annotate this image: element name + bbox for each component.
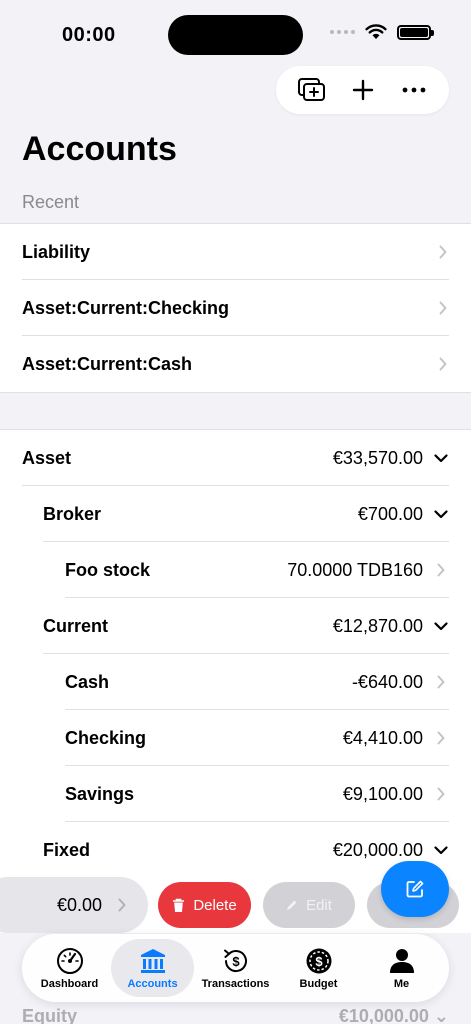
page-title: Accounts — [22, 130, 177, 168]
battery-icon — [397, 24, 434, 40]
duplicate-add-button[interactable] — [292, 70, 332, 110]
delete-button[interactable]: Delete — [158, 882, 251, 928]
account-balance: €20,000.00 — [332, 839, 423, 860]
tab-budget[interactable]: $ Budget — [277, 939, 360, 997]
account-balance: €33,570.00 — [332, 447, 423, 468]
chevron-right-icon — [433, 786, 449, 802]
account-tree-row[interactable]: Broker €700.00 — [0, 486, 471, 542]
person-icon — [389, 948, 414, 973]
tab-dashboard[interactable]: Dashboard — [28, 939, 111, 997]
account-name: Broker — [43, 503, 102, 524]
top-toolbar — [276, 66, 449, 114]
chevron-right-icon — [437, 356, 449, 372]
recent-section-header: Recent — [22, 192, 80, 212]
recent-account-row[interactable]: Asset:Current:Checking — [0, 280, 471, 336]
account-tree-row[interactable]: Cash -€640.00 — [0, 654, 471, 710]
swiped-row-value: €0.00 — [56, 894, 102, 915]
account-name: Checking — [65, 727, 147, 748]
edit-label: Edit — [306, 896, 332, 914]
bank-icon — [140, 948, 165, 973]
pencil-icon — [287, 900, 297, 910]
chevron-right-icon — [433, 674, 449, 690]
account-name: Savings — [65, 783, 135, 804]
account-balance: 70.0000 TDB160 — [287, 559, 423, 580]
chevron-right-icon — [437, 244, 449, 260]
account-name: Liability — [22, 241, 91, 262]
tab-bar: Dashboard Accounts $ Transactions $ Budg… — [22, 934, 449, 1002]
chevron-right-icon — [118, 898, 126, 912]
chevron-right-icon — [433, 730, 449, 746]
svg-text:$: $ — [315, 954, 323, 969]
gauge-icon — [56, 947, 83, 974]
chevron-down-icon[interactable] — [433, 506, 449, 522]
trash-icon — [173, 898, 185, 912]
account-name: Current — [43, 615, 109, 636]
recent-account-row[interactable]: Asset:Current:Cash — [0, 336, 471, 392]
budget-icon: $ — [306, 948, 331, 973]
dollar-cycle-icon: $ — [223, 949, 247, 972]
account-tree-row[interactable]: Foo stock 70.0000 TDB160 — [0, 542, 471, 598]
chevron-right-icon — [433, 562, 449, 578]
peek-row: Equity €10,000.00 ⌄ — [0, 1002, 471, 1024]
account-name: Asset — [22, 447, 72, 468]
account-tree-list: Asset €33,570.00 Broker €700.00 Foo stock 70.… — [0, 429, 471, 878]
wifi-icon — [365, 24, 387, 39]
status-icons — [330, 24, 434, 40]
chevron-down-icon[interactable] — [433, 618, 449, 634]
account-tree-row[interactable]: Checking €4,410.00 — [0, 710, 471, 766]
tab-accounts[interactable]: Accounts — [111, 939, 194, 997]
account-name: Asset:Current:Cash — [22, 353, 193, 374]
ellipsis-icon — [402, 87, 425, 93]
tab-label: Me — [393, 977, 410, 990]
status-time: 00:00 — [62, 24, 116, 46]
tab-label: Accounts — [127, 977, 178, 990]
account-tree-row[interactable]: Asset €33,570.00 — [0, 430, 471, 486]
peek-value: €10,000.00 ⌄ — [338, 1006, 449, 1024]
compose-button[interactable] — [381, 861, 449, 917]
account-balance: €700.00 — [357, 503, 423, 524]
delete-label: Delete — [193, 896, 237, 914]
recent-list: Liability Asset:Current:Checking Asset:Cur… — [0, 223, 471, 393]
tab-label: Transactions — [201, 977, 270, 990]
account-tree-row[interactable]: Savings €9,100.00 — [0, 766, 471, 822]
chevron-down-icon[interactable] — [433, 450, 449, 466]
tab-me[interactable]: Me — [360, 939, 443, 997]
more-button[interactable] — [394, 70, 434, 110]
compose-icon — [406, 880, 424, 898]
dynamic-island — [168, 15, 303, 55]
account-name: Asset:Current:Checking — [22, 297, 230, 318]
account-balance: €12,870.00 — [332, 615, 423, 636]
chevron-down-icon[interactable] — [433, 842, 449, 858]
account-balance: €4,410.00 — [342, 727, 423, 748]
edit-button[interactable]: Edit — [263, 882, 355, 928]
tab-label: Dashboard — [40, 977, 99, 990]
account-balance: €9,100.00 — [342, 783, 423, 804]
stack-add-icon — [297, 78, 325, 101]
account-tree-row[interactable]: Current €12,870.00 — [0, 598, 471, 654]
cellular-signal-icon — [330, 30, 355, 34]
account-name: Fixed — [43, 839, 91, 860]
plus-icon — [352, 79, 373, 101]
chevron-right-icon — [437, 300, 449, 316]
recent-account-row[interactable]: Liability — [0, 224, 471, 280]
tab-label: Budget — [299, 977, 338, 990]
add-button[interactable] — [343, 70, 383, 110]
account-name: Foo stock — [65, 559, 151, 580]
account-balance: -€640.00 — [351, 671, 423, 692]
tab-transactions[interactable]: $ Transactions — [194, 939, 277, 997]
swiped-row-content[interactable]: €0.00 — [0, 877, 148, 933]
peek-label: Equity — [22, 1006, 78, 1024]
account-name: Cash — [65, 671, 110, 692]
svg-text:$: $ — [232, 954, 240, 969]
